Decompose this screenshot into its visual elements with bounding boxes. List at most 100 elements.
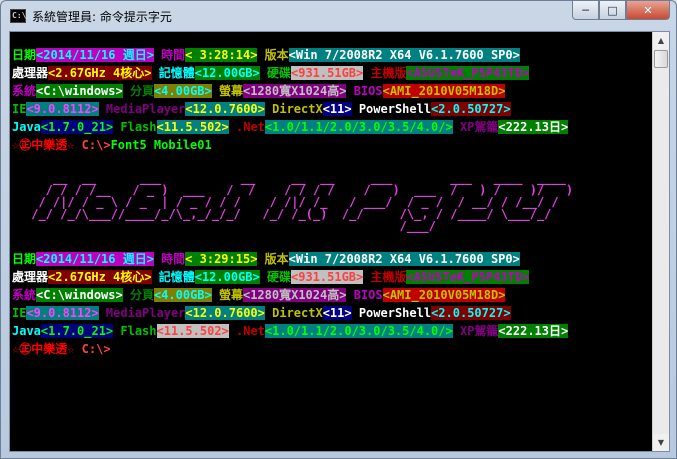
- maximize-button[interactable]: □: [599, 1, 626, 20]
- console-text-segment: PowerShell: [351, 306, 432, 320]
- console-text-segment: C:\>: [74, 342, 111, 356]
- console-text-segment: DirectX: [264, 306, 323, 320]
- console-text-segment: <1.7.0_21>: [40, 120, 114, 134]
- console-window: C:\ 系統管理員: 命令提示字元 ─ □ ✕ 日期<2014/11/16 週日…: [0, 0, 677, 459]
- console-text-segment: XP駕籠: [452, 120, 499, 134]
- ascii-banner-line: /___/: [24, 219, 610, 233]
- console-area[interactable]: 日期<2014/11/16 週日> 時間< 3:28:14> 版本<Win 7/…: [9, 31, 670, 452]
- ascii-banner: __ __ ___ __ __ __ ___ ___ ____ ____ / /…: [12, 154, 649, 250]
- console-text-segment: <AMI_2010V05M18D>: [382, 288, 506, 302]
- console-text-segment: < 3:29:15>: [185, 252, 258, 266]
- console-text-segment: 日期: [12, 252, 37, 266]
- console-text-segment: IE: [12, 306, 27, 320]
- console-text-segment: PowerShell: [351, 102, 432, 116]
- console-line: 系統<C:\windows> 分頁<4.00GB> 螢幕<1280寬X1024高…: [12, 82, 649, 100]
- window-title: 系統管理員: 命令提示字元: [32, 10, 172, 24]
- console-line: 處理器<2.67GHz 4核心> 記憶體<12.00GB> 硬碟<931.51G…: [12, 64, 649, 82]
- console-line: 日期<2014/11/16 週日> 時間< 3:28:14> 版本<Win 7/…: [12, 46, 649, 64]
- console-text-segment: 主機版: [363, 66, 407, 80]
- console-text-segment: 硬碟: [259, 270, 291, 284]
- console-text-segment: Flash: [113, 120, 157, 134]
- close-button[interactable]: ✕: [626, 1, 670, 20]
- console-text-segment: MediaPlayer: [98, 102, 186, 116]
- console-text-segment: 系統: [12, 288, 37, 302]
- caption-buttons: ─ □ ✕: [572, 1, 670, 21]
- console-text-segment: <2.0.50727>: [431, 306, 511, 320]
- console-text-segment: <12.0.7600>: [185, 306, 265, 320]
- console-line: 系統<C:\windows> 分頁<4.00GB> 螢幕<1280寬X1024高…: [12, 286, 649, 304]
- console-text-segment: <ASUSTeK_P5P43TD>: [406, 270, 530, 284]
- console-text-segment: 螢幕: [211, 288, 243, 302]
- console-text-segment: 主機版: [363, 270, 407, 284]
- console-text-segment: BIOS: [346, 288, 383, 302]
- console-line: Java<1.7.0_21> Flash<11.5.502> .Net<1.0/…: [12, 322, 649, 340]
- console-line: IE<9.0.8112> MediaPlayer<12.0.7600> Dire…: [12, 100, 649, 118]
- console-line: 日期<2014/11/16 週日> 時間< 3:29:15> 版本<Win 7/…: [12, 250, 649, 268]
- console-text-segment: ☆㊣中樂透☆: [12, 138, 75, 152]
- console-text-segment: BIOS: [346, 84, 383, 98]
- console-text-segment: <2.0.50727>: [431, 102, 511, 116]
- console-text-segment: <4.00GB>: [153, 84, 212, 98]
- console-text-segment: <AMI_2010V05M18D>: [382, 84, 506, 98]
- console-text-segment: 記憶體: [151, 270, 195, 284]
- console-line: 處理器<2.67GHz 4核心> 記憶體<12.00GB> 硬碟<931.51G…: [12, 268, 649, 286]
- console-text-segment: 時間: [153, 252, 186, 266]
- console-text-segment: <C:\windows>: [36, 84, 123, 98]
- console-text-segment: <11.5.502>: [156, 324, 229, 338]
- console-text-segment: <222.13日>: [498, 324, 569, 338]
- console-text-segment: <Win 7/2008R2 X64 V6.1.7600 SP0>: [288, 48, 520, 62]
- console-text-segment: 記憶體: [151, 66, 195, 80]
- console-text-segment: <11.5.502>: [156, 120, 229, 134]
- console-text-segment: <931.51GB>: [291, 270, 364, 284]
- console-text-segment: 分頁: [122, 84, 154, 98]
- console-text-segment: <12.0.7600>: [185, 102, 265, 116]
- console-text-segment: .Net: [228, 324, 265, 338]
- console-text-segment: <11>: [322, 306, 352, 320]
- console-line: Java<1.7.0_21> Flash<11.5.502> .Net<1.0/…: [12, 118, 649, 136]
- console-text-segment: <1280寬X1024高>: [242, 288, 347, 302]
- console-text-segment: 處理器: [12, 270, 49, 284]
- sysinfo-block-2: 日期<2014/11/16 週日> 時間< 3:29:15> 版本<Win 7/…: [12, 250, 649, 358]
- console-output: 日期<2014/11/16 週日> 時間< 3:28:14> 版本<Win 7/…: [12, 46, 649, 446]
- console-text-segment: <9.0.8112>: [26, 102, 99, 116]
- scroll-up-arrow-icon[interactable]: ▲: [653, 32, 669, 49]
- console-text-segment: 時間: [153, 48, 186, 62]
- console-text-segment: MediaPlayer: [98, 306, 186, 320]
- console-text-segment: 系統: [12, 84, 37, 98]
- cmd-icon[interactable]: C:\: [10, 9, 26, 23]
- console-text-segment: <2.67GHz 4核心>: [48, 66, 152, 80]
- console-line: ☆㊣中樂透☆ C:\>: [12, 340, 649, 358]
- console-text-segment: <931.51GB>: [291, 66, 364, 80]
- console-text-segment: <4.00GB>: [153, 288, 212, 302]
- console-text-segment: Java: [12, 324, 41, 338]
- console-text-segment: Java: [12, 120, 41, 134]
- console-text-segment: 版本: [257, 48, 289, 62]
- minimize-button[interactable]: ─: [572, 1, 599, 20]
- console-text-segment: <222.13日>: [498, 120, 569, 134]
- console-text-segment: <C:\windows>: [36, 288, 123, 302]
- console-text-segment: <1280寬X1024高>: [242, 84, 347, 98]
- console-text-segment: 硬碟: [259, 66, 291, 80]
- console-line: ☆㊣中樂透☆ C:\>Font5 Mobile01: [12, 136, 649, 154]
- console-text-segment: < 3:28:14>: [185, 48, 258, 62]
- console-text-segment: <9.0.8112>: [26, 306, 99, 320]
- console-text-segment: <1.7.0_21>: [40, 324, 114, 338]
- console-text-segment: <2.67GHz 4核心>: [48, 270, 152, 284]
- sysinfo-block-1: 日期<2014/11/16 週日> 時間< 3:28:14> 版本<Win 7/…: [12, 46, 649, 154]
- console-text-segment: <2014/11/16 週日>: [36, 252, 154, 266]
- console-text-segment: Font5 Mobile01: [110, 138, 212, 152]
- scroll-thumb[interactable]: [654, 50, 668, 68]
- console-text-segment: 處理器: [12, 66, 49, 80]
- console-text-segment: .Net: [228, 120, 265, 134]
- console-text-segment: <1.0/1.1/2.0/3.0/3.5/4.0/>: [264, 120, 453, 134]
- console-text-segment: ☆㊣中樂透☆: [12, 342, 75, 356]
- console-text-segment: <2014/11/16 週日>: [36, 48, 154, 62]
- console-text-segment: <12.00GB>: [194, 66, 260, 80]
- title-bar[interactable]: C:\ 系統管理員: 命令提示字元 ─ □ ✕: [1, 1, 676, 31]
- scroll-down-arrow-icon[interactable]: ▼: [653, 434, 669, 451]
- console-text-segment: C:\>: [74, 138, 111, 152]
- console-text-segment: XP駕籠: [452, 324, 499, 338]
- vertical-scrollbar[interactable]: ▲ ▼: [652, 32, 669, 451]
- console-text-segment: <1.0/1.1/2.0/3.0/3.5/4.0/>: [264, 324, 453, 338]
- console-text-segment: 螢幕: [211, 84, 243, 98]
